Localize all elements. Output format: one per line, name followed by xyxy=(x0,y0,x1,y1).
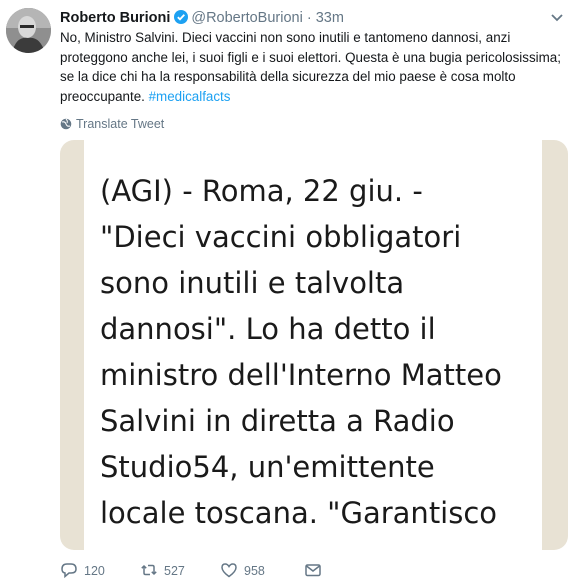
retweet-icon xyxy=(141,564,157,576)
message-bubble: (AGI) - Roma, 22 giu. - "Dieci vaccini o… xyxy=(84,140,542,550)
media-text-line: ministro dell'Interno Matteo xyxy=(100,358,502,392)
avatar[interactable] xyxy=(6,8,51,53)
reply-button[interactable]: 120 xyxy=(60,561,105,581)
tweet-timestamp[interactable]: 33m xyxy=(316,10,344,26)
verified-badge-icon xyxy=(174,9,189,24)
media-text-line: dannosi". Lo ha detto il xyxy=(100,312,436,346)
chevron-down-icon[interactable] xyxy=(550,10,564,22)
tweet-media-image[interactable]: (AGI) - Roma, 22 giu. - "Dieci vaccini o… xyxy=(60,140,568,550)
avatar-photo xyxy=(6,8,51,53)
media-text-line: Studio54, un'emittente xyxy=(100,450,435,484)
envelope-icon xyxy=(305,564,321,577)
media-text-line: Salvini in diretta a Radio xyxy=(100,404,455,438)
author-handle[interactable]: @RobertoBurioni xyxy=(191,10,302,26)
reply-icon xyxy=(61,563,77,579)
like-button[interactable]: 958 xyxy=(220,561,265,581)
media-text-line: locale toscana. "Garantisco xyxy=(100,496,498,530)
retweet-button[interactable]: 527 xyxy=(140,561,185,581)
hashtag-link[interactable]: #medicalfacts xyxy=(149,89,231,104)
translate-label: Translate Tweet xyxy=(76,117,165,131)
translate-tweet-link[interactable]: Translate Tweet xyxy=(60,116,164,132)
author-name[interactable]: Roberto Burioni xyxy=(60,10,170,26)
like-count: 958 xyxy=(244,564,265,578)
direct-message-button[interactable] xyxy=(304,561,328,581)
reply-count: 120 xyxy=(84,564,105,578)
retweet-count: 527 xyxy=(164,564,185,578)
tweet-header: Roberto Burioni @RobertoBurioni · 33m xyxy=(60,7,554,29)
media-text-line: "Dieci vaccini obbligatori xyxy=(100,220,462,254)
tweet-body: No, Ministro Salvini. Dieci vaccini non … xyxy=(60,30,561,104)
separator-dot: · xyxy=(306,10,312,26)
globe-icon xyxy=(60,118,72,130)
tweet-text: No, Ministro Salvini. Dieci vaccini non … xyxy=(60,28,565,106)
heart-icon xyxy=(221,563,237,578)
media-text-line: (AGI) - Roma, 22 giu. - xyxy=(100,174,423,208)
media-text-line: sono inutili e talvolta xyxy=(100,266,405,300)
